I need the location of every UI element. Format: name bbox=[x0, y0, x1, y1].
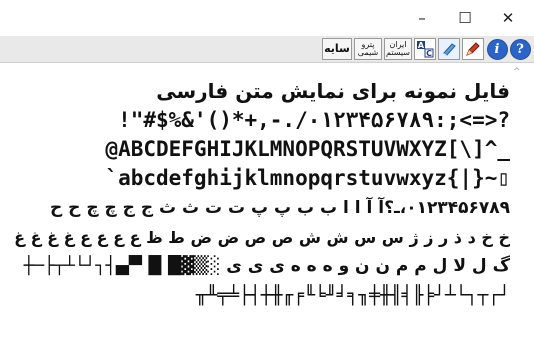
iran-system-label: ایران سیستم bbox=[386, 40, 410, 57]
info-button[interactable]: i bbox=[486, 38, 508, 60]
iran-system-button[interactable]: ایران سیستم bbox=[384, 38, 412, 60]
minimize-icon: – bbox=[418, 8, 426, 27]
svg-text:A: A bbox=[418, 41, 425, 50]
text-view[interactable]: ^ فایل نمونه برای نمایش متن فارسی !"#$%&… bbox=[0, 63, 534, 348]
maximize-button[interactable]: ☐ bbox=[445, 4, 485, 32]
document-icon bbox=[443, 43, 456, 56]
help-icon: ? bbox=[509, 38, 531, 60]
svg-text:C: C bbox=[426, 49, 432, 58]
text-line-8: ┘┌┬┐└┴┘╞╟╡╢╫╪╖╕╛╜╘╙╒╓╫┼┤├╧╤╨╥ bbox=[195, 285, 510, 306]
shadow-button[interactable]: سایه bbox=[322, 38, 352, 60]
text-line-3: @ABCDEFGHIJKLMNOPQRSTUVWXYZ[\]^_ bbox=[105, 137, 510, 161]
shadow-label: سایه bbox=[324, 42, 350, 55]
toolbar: ? i A C ایران سیستم پترو شیمی سایه bbox=[0, 36, 534, 63]
help-button[interactable]: ? bbox=[509, 38, 531, 60]
text-line-7: گ ل لا ل م م ن ن و ه ه ه ی ی ی ░▒▓█▌▐▀▄┤… bbox=[23, 256, 510, 276]
text-line-5: ۰۱۲۳۴۵۶۷۸۹،ـ؟آ آ ا ا ب ب پ پ ت ت ث ث ج ج… bbox=[50, 198, 510, 218]
close-button[interactable]: ✕ bbox=[488, 4, 528, 32]
document-button[interactable] bbox=[438, 38, 460, 60]
petro-chemical-button[interactable]: پترو شیمی bbox=[354, 38, 382, 60]
close-icon: ✕ bbox=[501, 8, 515, 27]
pencil-icon bbox=[466, 42, 480, 56]
edit-button[interactable] bbox=[462, 38, 484, 60]
ac-icon: A C bbox=[417, 41, 434, 58]
text-line-1: فایل نمونه برای نمایش متن فارسی bbox=[156, 79, 510, 103]
scroll-up-icon[interactable]: ^ bbox=[513, 67, 523, 77]
petro-chemical-label: پترو شیمی bbox=[357, 40, 379, 57]
ac-button[interactable]: A C bbox=[414, 38, 436, 60]
minimize-button[interactable]: – bbox=[402, 4, 442, 32]
info-icon: i bbox=[486, 38, 508, 60]
maximize-icon: ☐ bbox=[458, 8, 472, 27]
text-line-6: خ خ د ذ ر ز ژ س س ش ش ص ص ض ض ط ظ ع ع ع … bbox=[14, 228, 510, 247]
text-line-4: `abcdefghijklmnopqrstuvwxyz{|}~▯ bbox=[105, 166, 510, 190]
text-line-2: !"#$%&'()*+,-./۰۱۲۳۴۵۶۷۸۹:;<=>? bbox=[118, 108, 510, 132]
title-bar: – ☐ ✕ bbox=[0, 0, 534, 36]
